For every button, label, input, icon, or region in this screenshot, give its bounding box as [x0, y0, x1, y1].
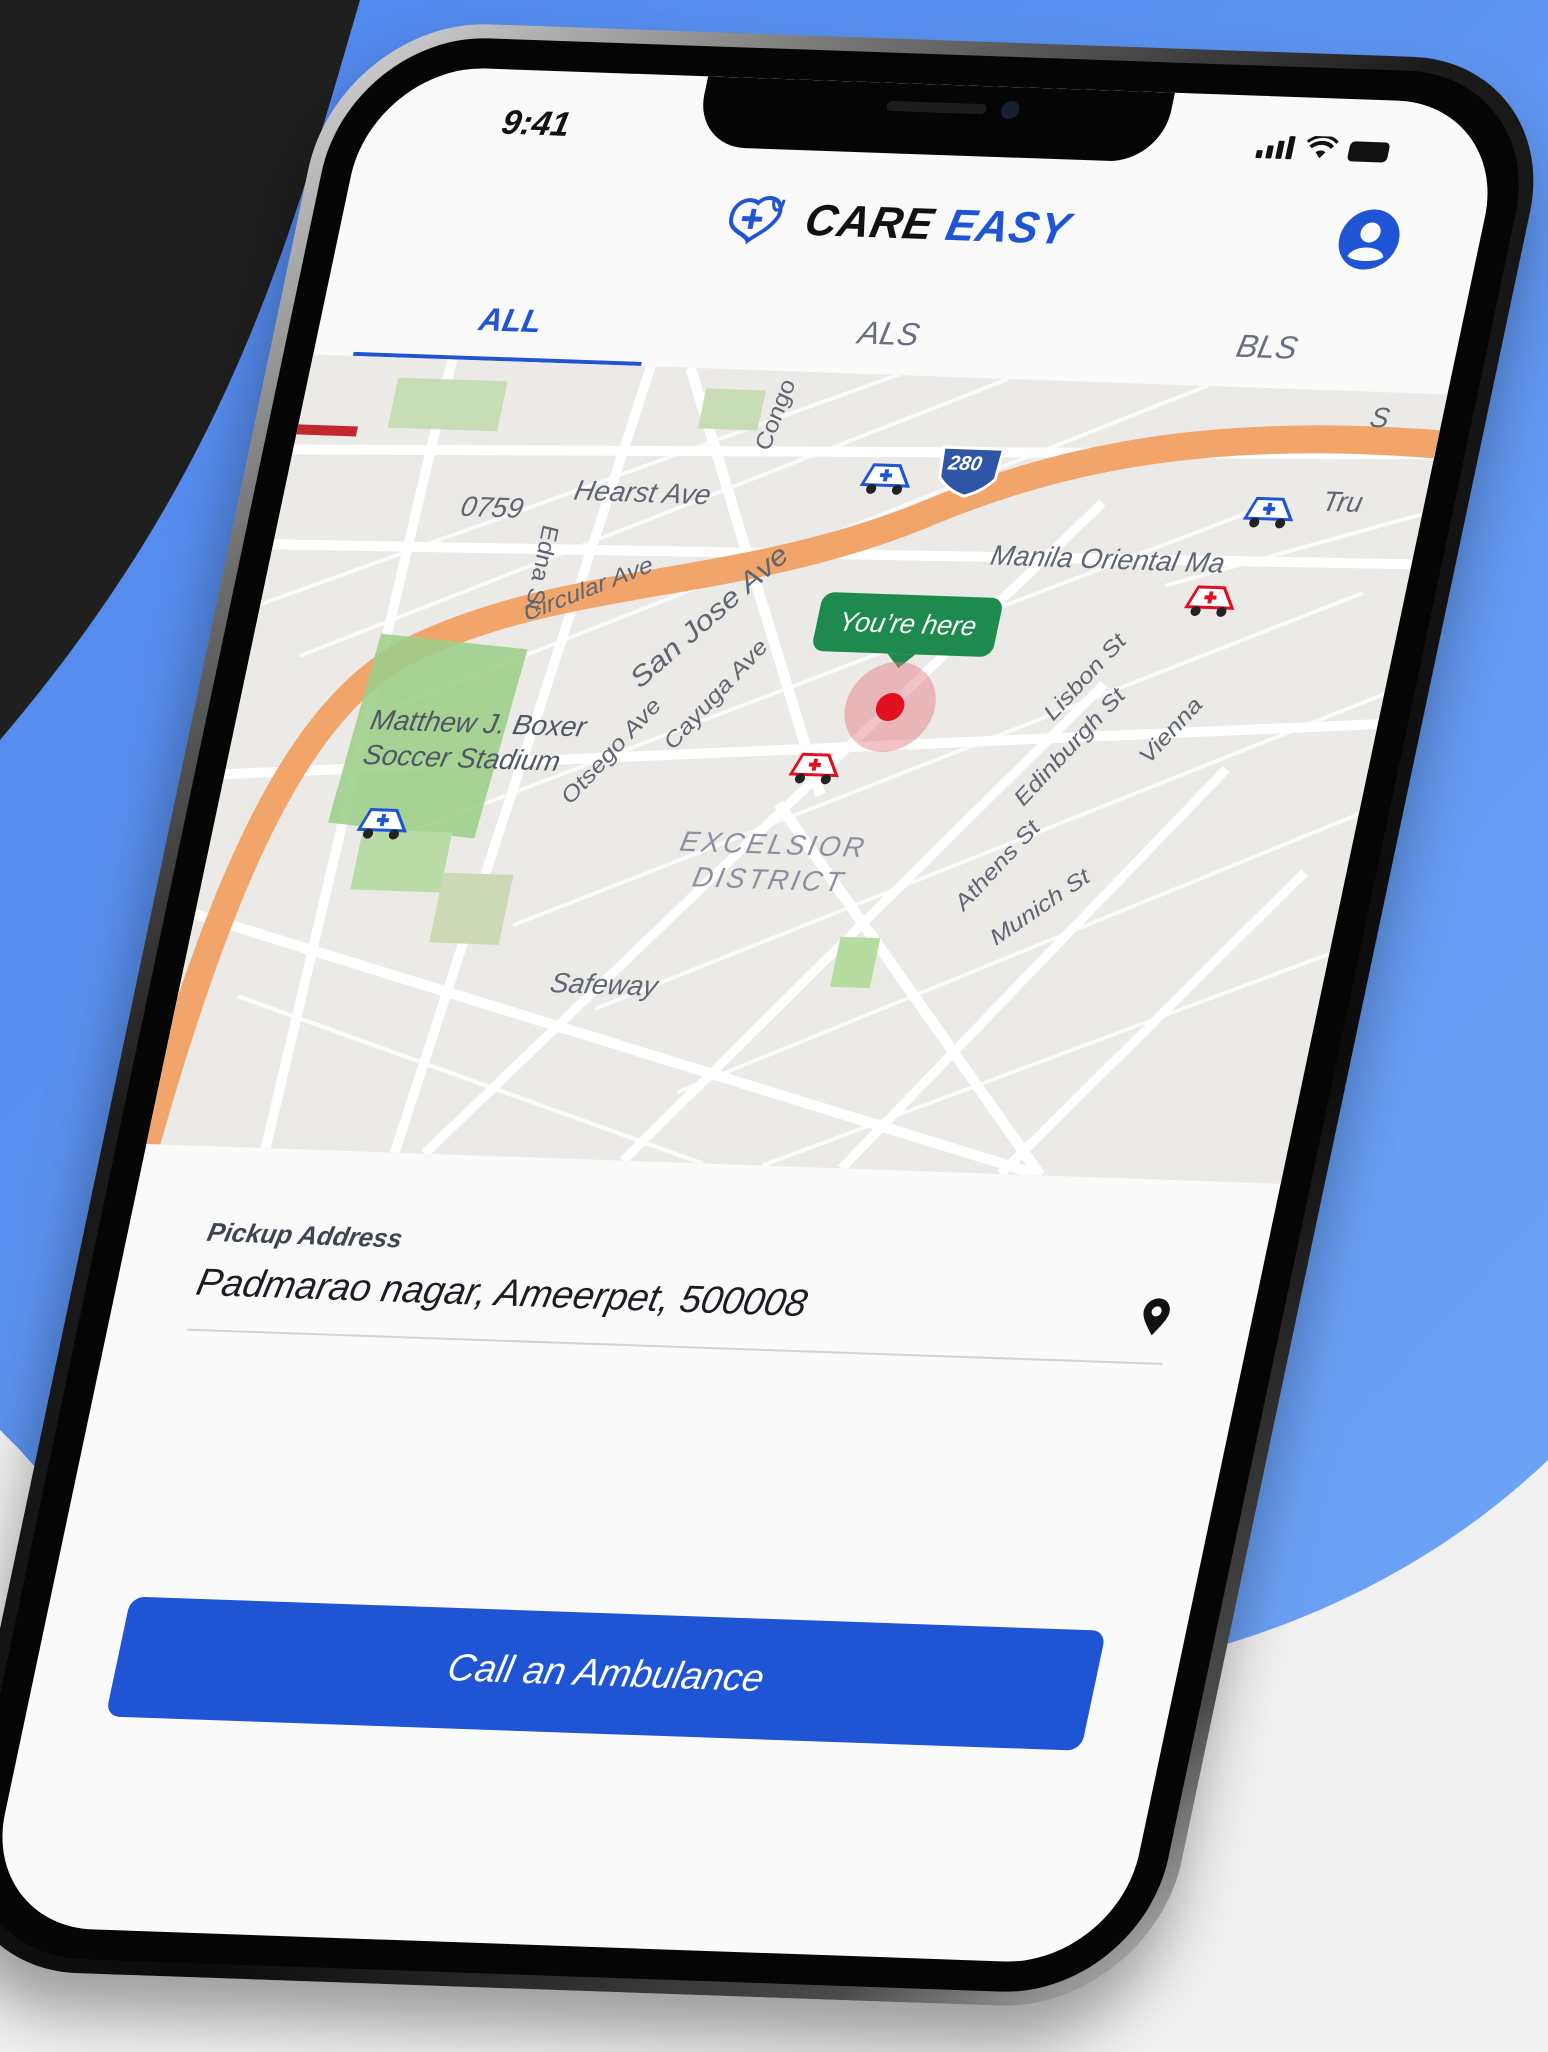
- pickup-address-field[interactable]: Pickup Address Padmarao nagar, Ameerpet,…: [187, 1217, 1186, 1365]
- you-are-here-tooltip: You’re here: [810, 591, 1005, 658]
- status-icons: [1255, 134, 1391, 163]
- map-label-0759: 0759: [457, 490, 527, 524]
- brand-care: CARE: [800, 195, 939, 250]
- call-ambulance-button[interactable]: Call an Ambulance: [105, 1596, 1107, 1751]
- ambulance-icon[interactable]: [782, 744, 851, 790]
- brand-easy: EASY: [941, 200, 1075, 255]
- ambulance-icon[interactable]: [853, 454, 922, 500]
- pickup-address-row[interactable]: Padmarao nagar, Ameerpet, 500008: [187, 1261, 1177, 1365]
- tab-bls[interactable]: BLS: [1070, 301, 1465, 392]
- brand-wordmark: CARE EASY: [800, 196, 1075, 255]
- speaker: [885, 100, 988, 115]
- user-profile-icon[interactable]: [1332, 207, 1407, 271]
- ambulance-icon[interactable]: [1236, 488, 1305, 534]
- map-label-interstate: 280: [946, 452, 985, 476]
- map-label-excelsior-2: DISTRICT: [689, 861, 849, 898]
- ambulance-icon[interactable]: [1178, 576, 1247, 622]
- map-label-stadium-2: Soccer Stadium: [360, 738, 564, 777]
- map-label-hearst: Hearst Ave: [571, 474, 715, 511]
- ambulance-icon[interactable]: [350, 799, 419, 845]
- map-label-excelsior-1: EXCELSIOR: [677, 825, 870, 864]
- tab-als[interactable]: ALS: [692, 288, 1087, 379]
- pickup-address-value[interactable]: Padmarao nagar, Ameerpet, 500008: [193, 1262, 811, 1326]
- status-time: 9:41: [498, 103, 574, 144]
- map-label-safeway: Safeway: [547, 967, 661, 1002]
- map-view[interactable]: Congo Hearst Ave 0759 Edna St Circular A…: [146, 354, 1448, 1184]
- wifi-icon: [1306, 135, 1339, 159]
- front-camera: [999, 100, 1022, 120]
- notch: [693, 76, 1175, 163]
- brand-logo[interactable]: CARE EASY: [716, 188, 1076, 260]
- location-pin-icon[interactable]: [1134, 1296, 1176, 1337]
- battery-icon: [1346, 141, 1391, 163]
- map-label-tru: Tru: [1319, 485, 1366, 519]
- care-easy-logo-icon: [729, 196, 786, 245]
- signal-icon: [1255, 135, 1296, 160]
